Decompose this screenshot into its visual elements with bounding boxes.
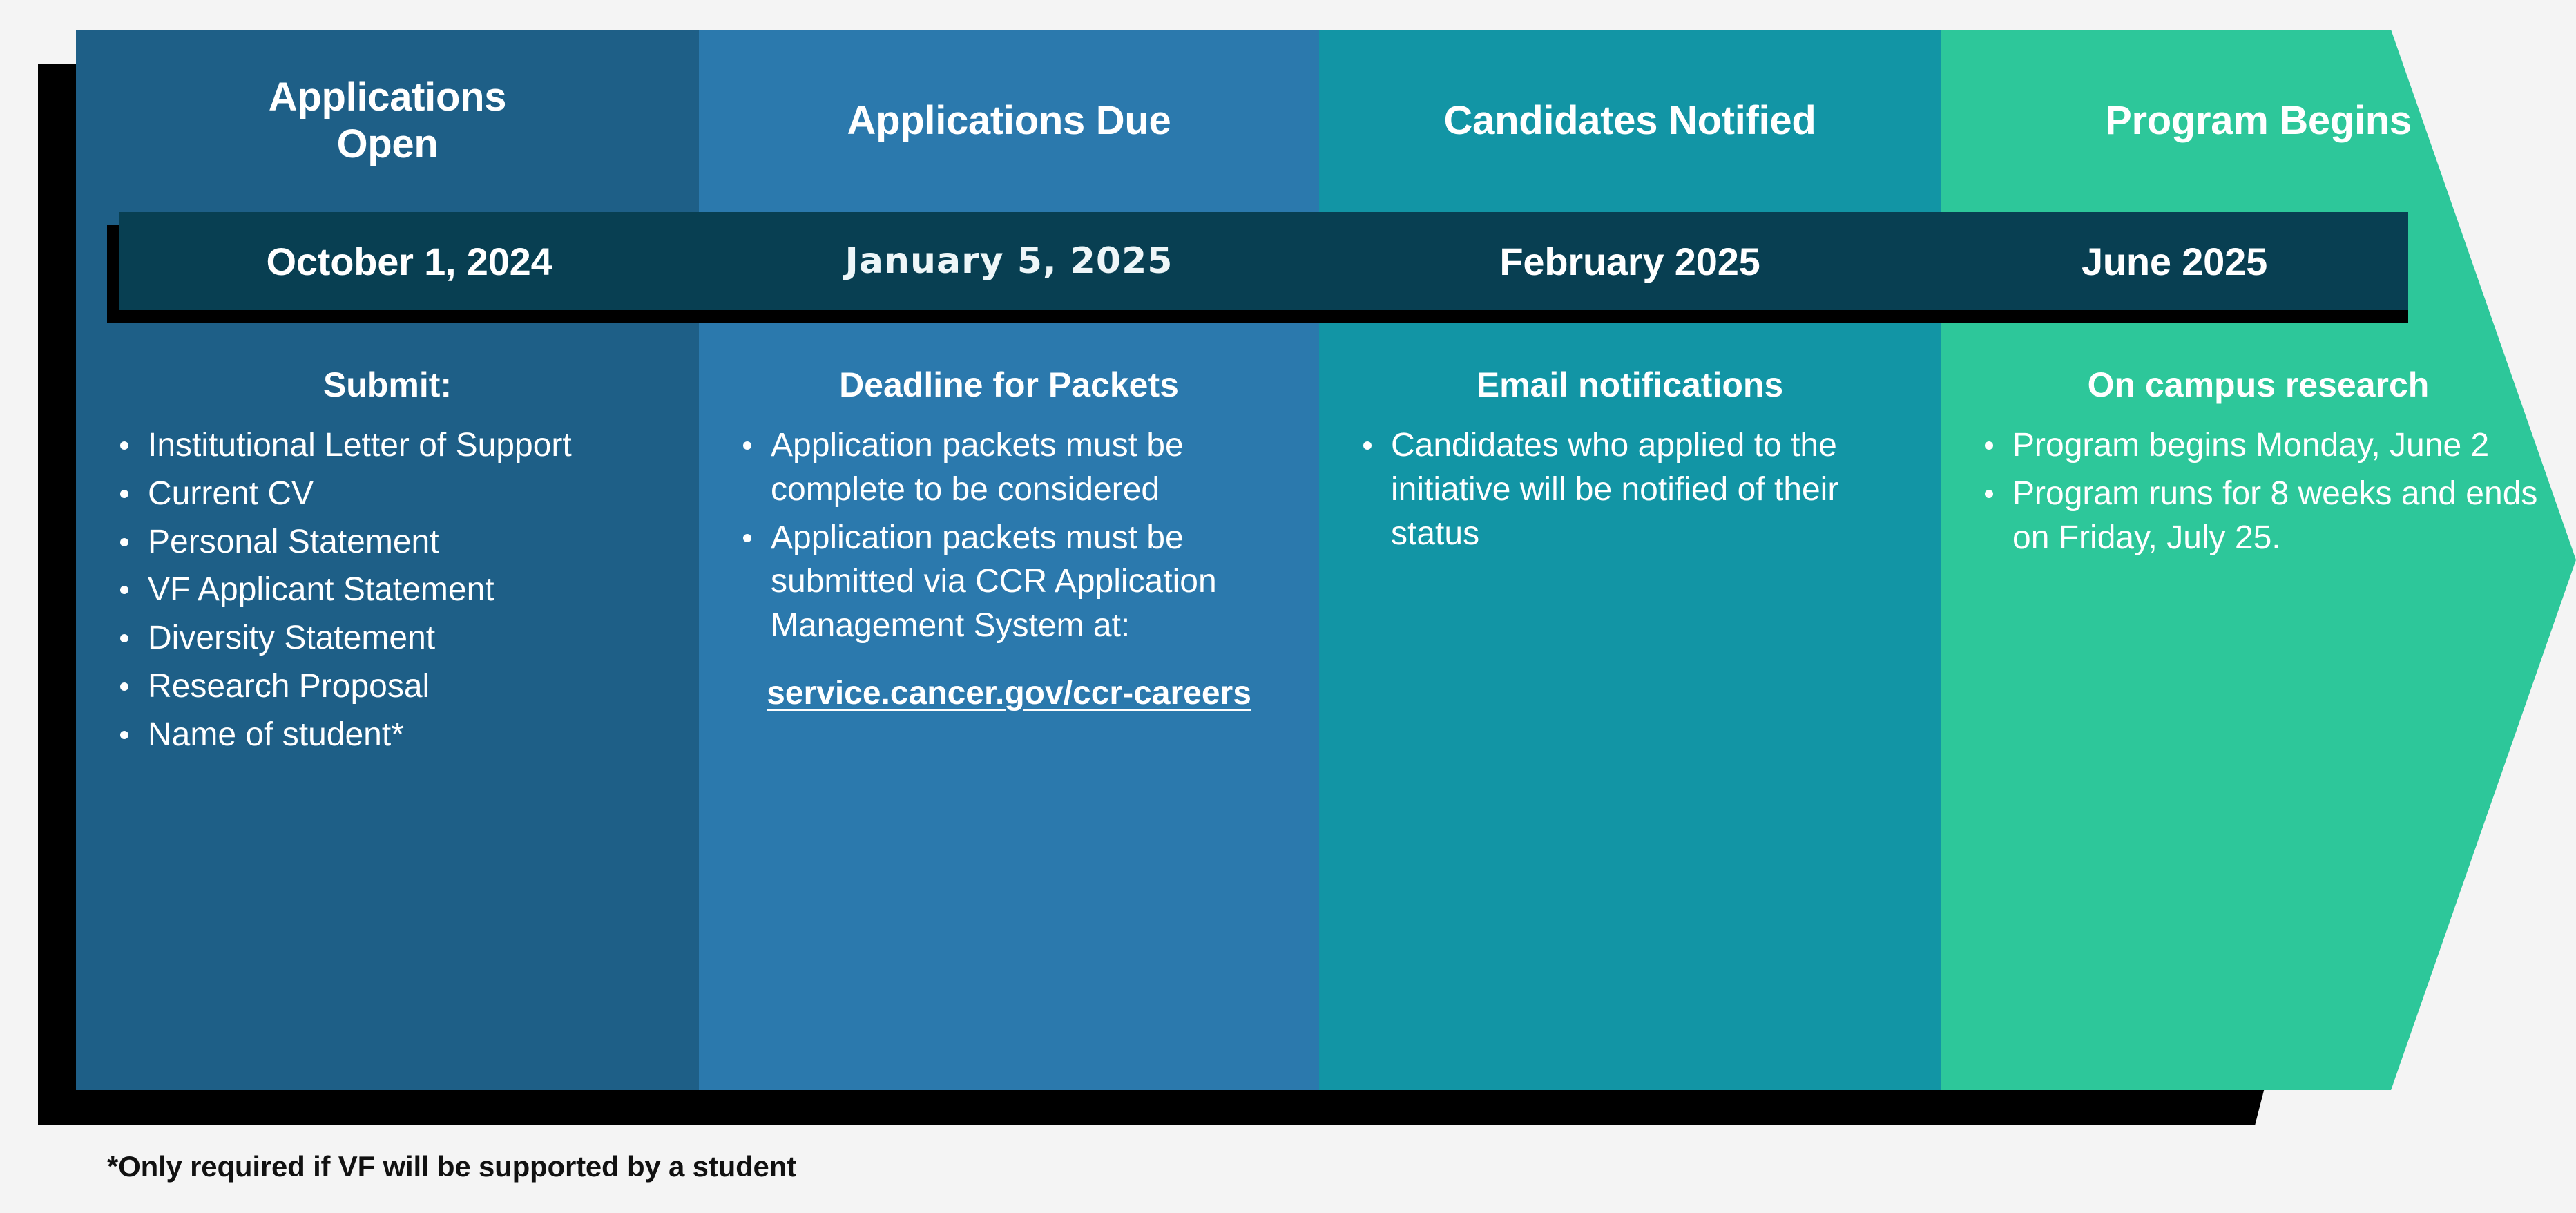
column-body-2: Deadline for Packets Application packets… [699, 347, 1319, 1090]
list-item: Program runs for 8 weeks and ends on Fri… [1985, 472, 2548, 560]
column-stage-label-4: Program Begins [2105, 97, 2412, 143]
list-item: Diversity Statement [120, 616, 671, 660]
date-program-begins: June 2025 [2081, 239, 2268, 283]
column-header-2: Applications Due [699, 30, 1319, 212]
column-stage-label-1: Applications Open [268, 74, 507, 166]
column-body-title-2: Deadline for Packets [839, 365, 1179, 404]
column-body-title-4: On campus research [2087, 365, 2430, 404]
column-body-title-1: Submit: [323, 365, 452, 404]
date-applications-due: January 5, 2025 [845, 240, 1173, 282]
timeline-column-candidates-notified: Candidates Notified Email notifications … [1319, 30, 1941, 1090]
footnote: *Only required if VF will be supported b… [107, 1150, 796, 1183]
date-candidates-notified: February 2025 [1499, 239, 1760, 283]
date-applications-open: October 1, 2024 [266, 239, 552, 283]
list-item: Institutional Letter of Support [120, 423, 671, 468]
timeline-column-applications-due: Applications Due Deadline for Packets Ap… [699, 30, 1319, 1090]
column-header-4: Program Begins [1941, 30, 2576, 212]
list-item: Name of student* [120, 713, 671, 757]
column-body-4: On campus research Program begins Monday… [1941, 347, 2576, 1090]
list-item: Candidates who applied to the initiative… [1363, 423, 1913, 555]
list-item: Current CV [120, 472, 671, 516]
column-body-3: Email notifications Candidates who appli… [1319, 347, 1941, 1090]
column-body-1: Submit: Institutional Letter of Support … [76, 347, 699, 1090]
list-item: Application packets must be submitted vi… [743, 516, 1291, 648]
list-item: Program begins Monday, June 2 [1985, 423, 2548, 468]
chevron-body: Applications Open Submit: Institutional … [76, 30, 2576, 1090]
list-item: Personal Statement [120, 520, 671, 564]
column-header-1: Applications Open [76, 30, 699, 212]
list-item: VF Applicant Statement [120, 568, 671, 612]
column-body-title-3: Email notifications [1476, 365, 1784, 404]
bullet-list-3: Candidates who applied to the initiative… [1340, 423, 1920, 555]
timeline-column-applications-open: Applications Open Submit: Institutional … [76, 30, 699, 1090]
bullet-list-2: Application packets must be complete to … [720, 423, 1298, 648]
timeline-infographic: Applications Open Submit: Institutional … [0, 0, 2576, 1213]
ccr-careers-link[interactable]: service.cancer.gov/ccr-careers [767, 675, 1251, 711]
list-item: Application packets must be complete to … [743, 423, 1291, 512]
column-stage-label-3: Candidates Notified [1443, 97, 1816, 143]
bullet-list-1: Institutional Letter of Support Current … [97, 423, 678, 757]
column-header-3: Candidates Notified [1319, 30, 1941, 212]
column-stage-label-2: Applications Due [847, 97, 1171, 143]
application-link-row: service.cancer.gov/ccr-careers [720, 671, 1298, 716]
timeline-column-program-begins: Program Begins On campus research Progra… [1941, 30, 2576, 1090]
bullet-list-4: Program begins Monday, June 2 Program ru… [1961, 423, 2555, 560]
date-band: October 1, 2024 January 5, 2025 February… [119, 212, 2408, 310]
list-item: Research Proposal [120, 665, 671, 709]
